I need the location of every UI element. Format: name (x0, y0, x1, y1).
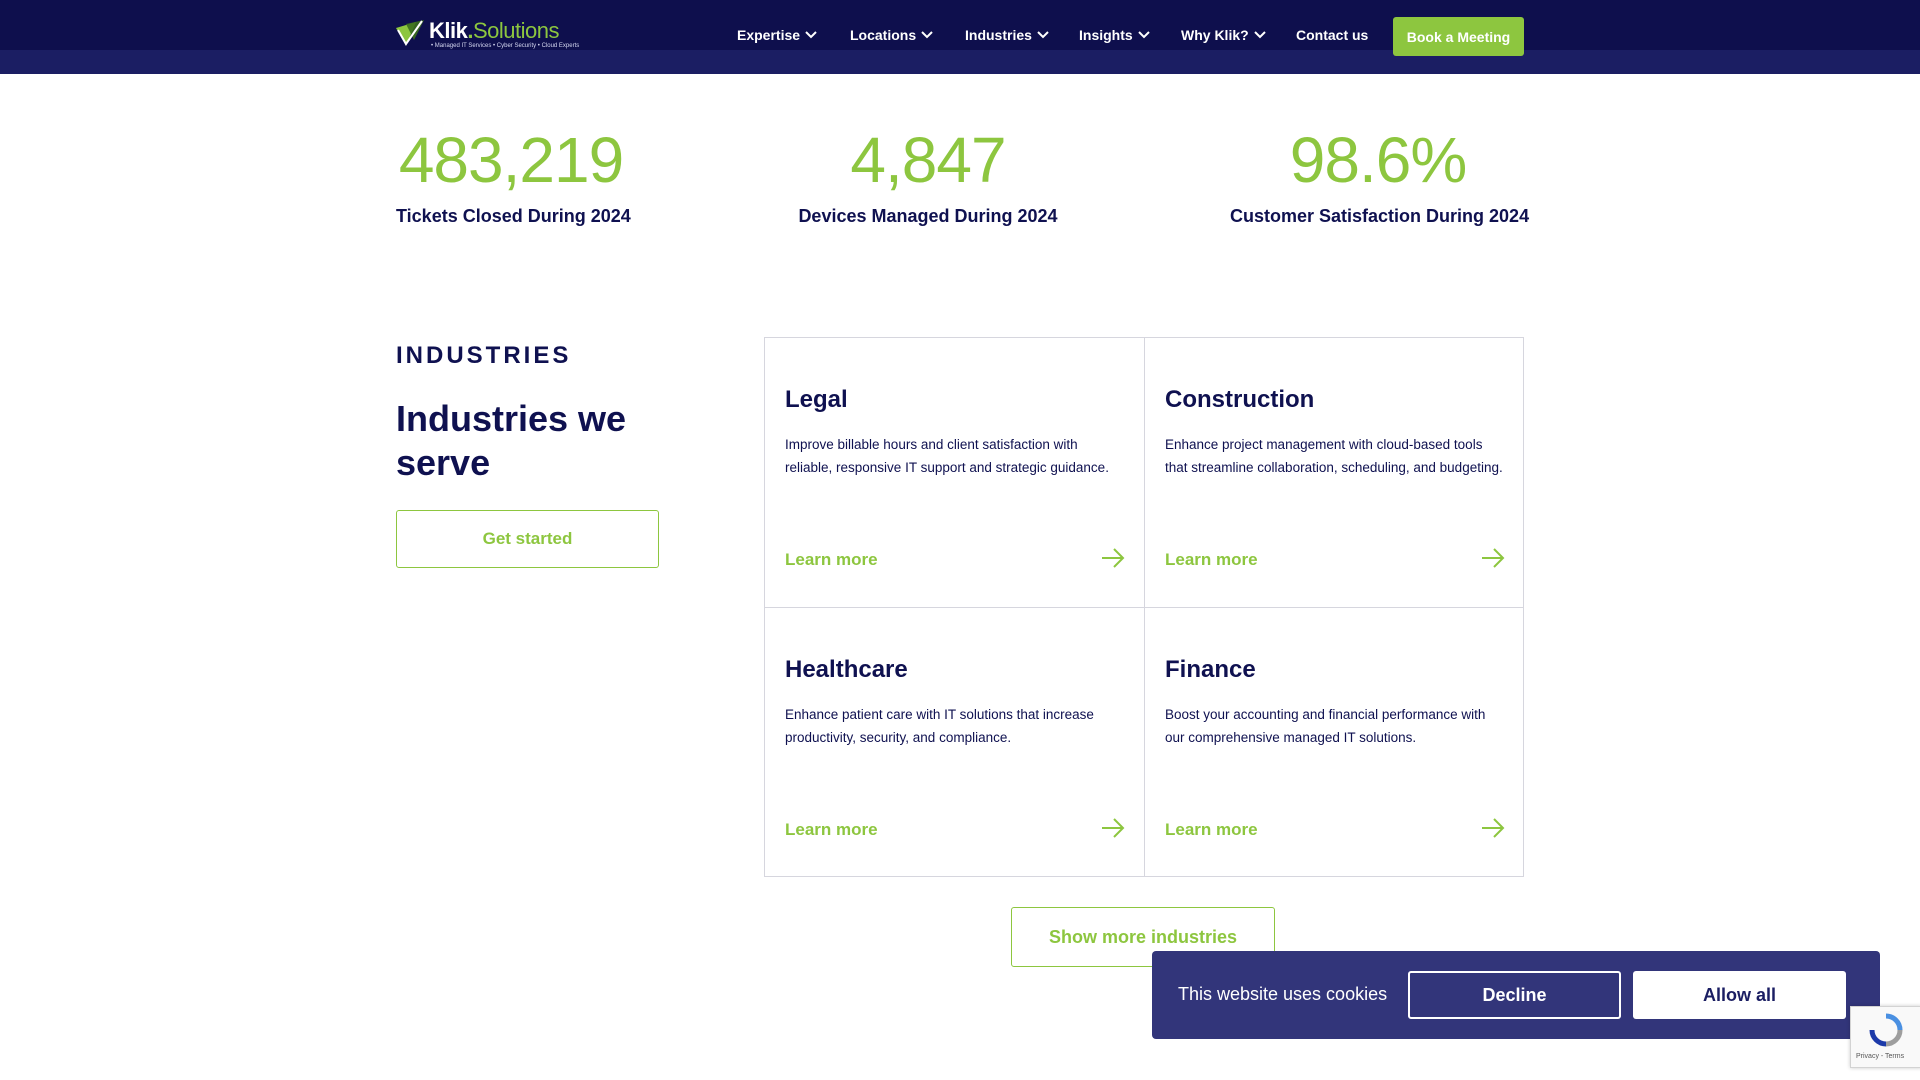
nav-item-contact-us[interactable]: Contact us (1296, 27, 1368, 43)
card-title: Construction (1165, 386, 1315, 413)
header-bar (0, 0, 1920, 50)
card-description: Improve billable hours and client satisf… (785, 437, 1109, 475)
chevron-down-icon (805, 31, 817, 39)
arrow-right-icon[interactable] (1100, 546, 1126, 570)
industry-card-construction[interactable]: Construction Enhance project management … (1145, 338, 1524, 607)
chevron-down-icon (1253, 31, 1266, 39)
card-title: Finance (1165, 656, 1256, 683)
stat-label: Devices Managed During 2024 (798, 206, 1058, 226)
chevron-down-icon (1037, 31, 1049, 39)
book-meeting-button[interactable]: Book a Meeting (1393, 17, 1524, 56)
cookie-message: This website uses cookies (1178, 984, 1388, 1004)
allow-all-cookies-button[interactable]: Allow all (1633, 971, 1846, 1019)
recaptcha-icon (1869, 1013, 1903, 1047)
cookie-banner: This website uses cookies Decline Allow … (1152, 951, 1880, 1039)
section-eyebrow: INDUSTRIES (396, 342, 572, 369)
nav-item-industries[interactable]: Industries (965, 27, 1049, 43)
nav-item-insights[interactable]: Insights (1079, 27, 1150, 43)
nav-item-locations[interactable]: Locations (850, 27, 933, 43)
stat-value: 4,847 (850, 124, 1006, 196)
stat-value: 483,219 (398, 124, 624, 196)
decline-cookies-button[interactable]: Decline (1408, 971, 1621, 1019)
chevron-down-icon (921, 31, 933, 39)
stat-satisfaction: 98.6% Customer Satisfaction During 2024 (1230, 118, 1530, 227)
chevron-down-icon (1137, 31, 1150, 39)
logo-wordmark: Klik.Solutions (429, 18, 560, 43)
learn-more-link[interactable]: Learn more (785, 550, 878, 570)
recaptcha-badge[interactable]: Privacy - Terms (1850, 1006, 1920, 1068)
card-description: Enhance patient care with IT solutions t… (785, 707, 1094, 745)
recaptcha-links[interactable]: Privacy - Terms (1856, 1053, 1904, 1060)
industries-grid: Legal Improve billable hours and client … (764, 337, 1524, 877)
site-logo[interactable]: Klik.Solutions • Managed IT Services • C… (394, 14, 594, 50)
stat-devices: 4,847 Devices Managed During 2024 (798, 118, 1058, 227)
arrow-right-icon[interactable] (1480, 816, 1506, 840)
section-title: Industries we serve (396, 398, 627, 483)
stat-tickets: 483,219 Tickets Closed During 2024 (396, 118, 631, 227)
stat-label: Tickets Closed During 2024 (396, 206, 631, 226)
stat-value: 98.6% (1289, 124, 1467, 196)
stat-label: Customer Satisfaction During 2024 (1230, 206, 1530, 226)
nav-item-why-klik[interactable]: Why Klik? (1181, 27, 1266, 43)
learn-more-link[interactable]: Learn more (1165, 550, 1258, 570)
get-started-button[interactable]: Get started (396, 510, 659, 568)
industry-card-legal[interactable]: Legal Improve billable hours and client … (765, 338, 1144, 607)
card-description: Enhance project management with cloud-ba… (1165, 437, 1503, 475)
card-title: Legal (785, 386, 848, 413)
learn-more-link[interactable]: Learn more (1165, 820, 1258, 840)
card-description: Boost your accounting and financial perf… (1165, 707, 1486, 745)
learn-more-link[interactable]: Learn more (785, 820, 878, 840)
logo-mark-icon (396, 20, 424, 46)
card-title: Healthcare (785, 656, 908, 683)
industry-card-healthcare[interactable]: Healthcare Enhance patient care with IT … (765, 608, 1144, 877)
arrow-right-icon[interactable] (1100, 816, 1126, 840)
arrow-right-icon[interactable] (1480, 546, 1506, 570)
site-header: Klik.Solutions • Managed IT Services • C… (0, 0, 1920, 74)
logo-tagline: • Managed IT Services • Cyber Security •… (431, 43, 580, 49)
nav-item-expertise[interactable]: Expertise (737, 27, 817, 43)
industry-card-finance[interactable]: Finance Boost your accounting and financ… (1145, 608, 1524, 877)
